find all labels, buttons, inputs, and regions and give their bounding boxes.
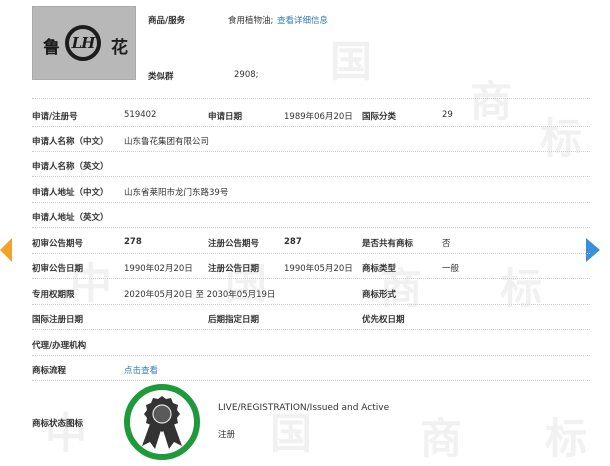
reg-issue-label: 注册公告期号 (208, 239, 260, 249)
later-date-label: 后期指定日期 (208, 315, 260, 325)
tm-form-label: 商标形式 (362, 290, 397, 300)
divider (32, 98, 590, 99)
status-cn-text: 注册 (218, 430, 236, 440)
tm-type-label: 商标类型 (362, 264, 397, 274)
divider (32, 253, 590, 254)
prelim-issue-value: 278 (124, 237, 142, 247)
trademark-letters: LH (71, 34, 96, 52)
divider (32, 329, 590, 330)
divider (32, 227, 590, 228)
trademark-image: 鲁 LH 花 (32, 6, 136, 80)
reg-date-value: 1990年05月20日 (284, 264, 353, 274)
address-cn-value: 山东省莱阳市龙门东路39号 (124, 188, 229, 198)
similar-group-value: 2908; (234, 70, 259, 80)
reg-date-label: 注册公告日期 (208, 264, 260, 274)
status-en-text: LIVE/REGISTRATION/Issued and Active (218, 403, 390, 413)
reg-no-value: 519402 (124, 110, 157, 120)
shared-value: 否 (442, 239, 451, 249)
agent-label: 代理/办理机构 (32, 341, 87, 351)
status-icon-label: 商标状态图标 (32, 419, 84, 429)
process-view-link[interactable]: 点击查看 (124, 364, 158, 376)
process-label: 商标流程 (32, 366, 67, 376)
applicant-cn-value: 山东鲁花集团有限公司 (124, 137, 210, 147)
address-en-label: 申请人地址（英文） (32, 213, 109, 223)
intl-reg-date-label: 国际注册日期 (32, 315, 84, 325)
status-badge (124, 384, 200, 460)
exclusive-label: 专用权期限 (32, 290, 75, 300)
divider (32, 151, 590, 152)
exclusive-value: 2020年05月20日 至 2030年05月19日 (124, 290, 276, 300)
divider (32, 355, 590, 356)
ribbon-award-icon (142, 396, 182, 449)
intl-class-value: 29 (442, 110, 453, 120)
prelim-date-value: 1990年02月20日 (124, 264, 193, 274)
reg-issue-value: 287 (284, 237, 302, 247)
address-cn-label: 申请人地址（中文） (32, 188, 109, 198)
divider (32, 176, 590, 177)
app-date-value: 1989年06月20日 (284, 112, 353, 122)
priority-date-label: 优先权日期 (362, 315, 405, 325)
applicant-cn-label: 申请人名称（中文） (32, 137, 109, 147)
shared-label: 是否共有商标 (362, 239, 414, 249)
trademark-detail-card: 鲁 LH 花 商品/服务 食用植物油; 查看详细信息 类似群 2908; 申请/… (0, 0, 610, 463)
divider (32, 202, 590, 203)
tm-type-value: 一般 (442, 264, 460, 274)
goods-services-value: 食用植物油; (228, 16, 274, 26)
divider (32, 278, 590, 279)
view-details-link[interactable]: 查看详细信息 (277, 14, 328, 26)
intl-class-label: 国际分类 (362, 112, 397, 122)
divider (32, 304, 590, 305)
trademark-char-left: 鲁 (43, 38, 60, 58)
prelim-date-label: 初审公告日期 (32, 264, 84, 274)
divider (32, 126, 590, 127)
trademark-char-right: 花 (111, 38, 128, 58)
goods-services-label: 商品/服务 (148, 16, 186, 26)
prelim-issue-label: 初审公告期号 (32, 239, 84, 249)
applicant-en-label: 申请人名称（英文） (32, 162, 109, 172)
divider (32, 380, 590, 381)
app-date-label: 申请日期 (208, 112, 243, 122)
similar-group-label: 类似群 (148, 72, 174, 82)
trademark-emblem: LH (65, 25, 101, 61)
reg-no-label: 申请/注册号 (32, 112, 78, 122)
